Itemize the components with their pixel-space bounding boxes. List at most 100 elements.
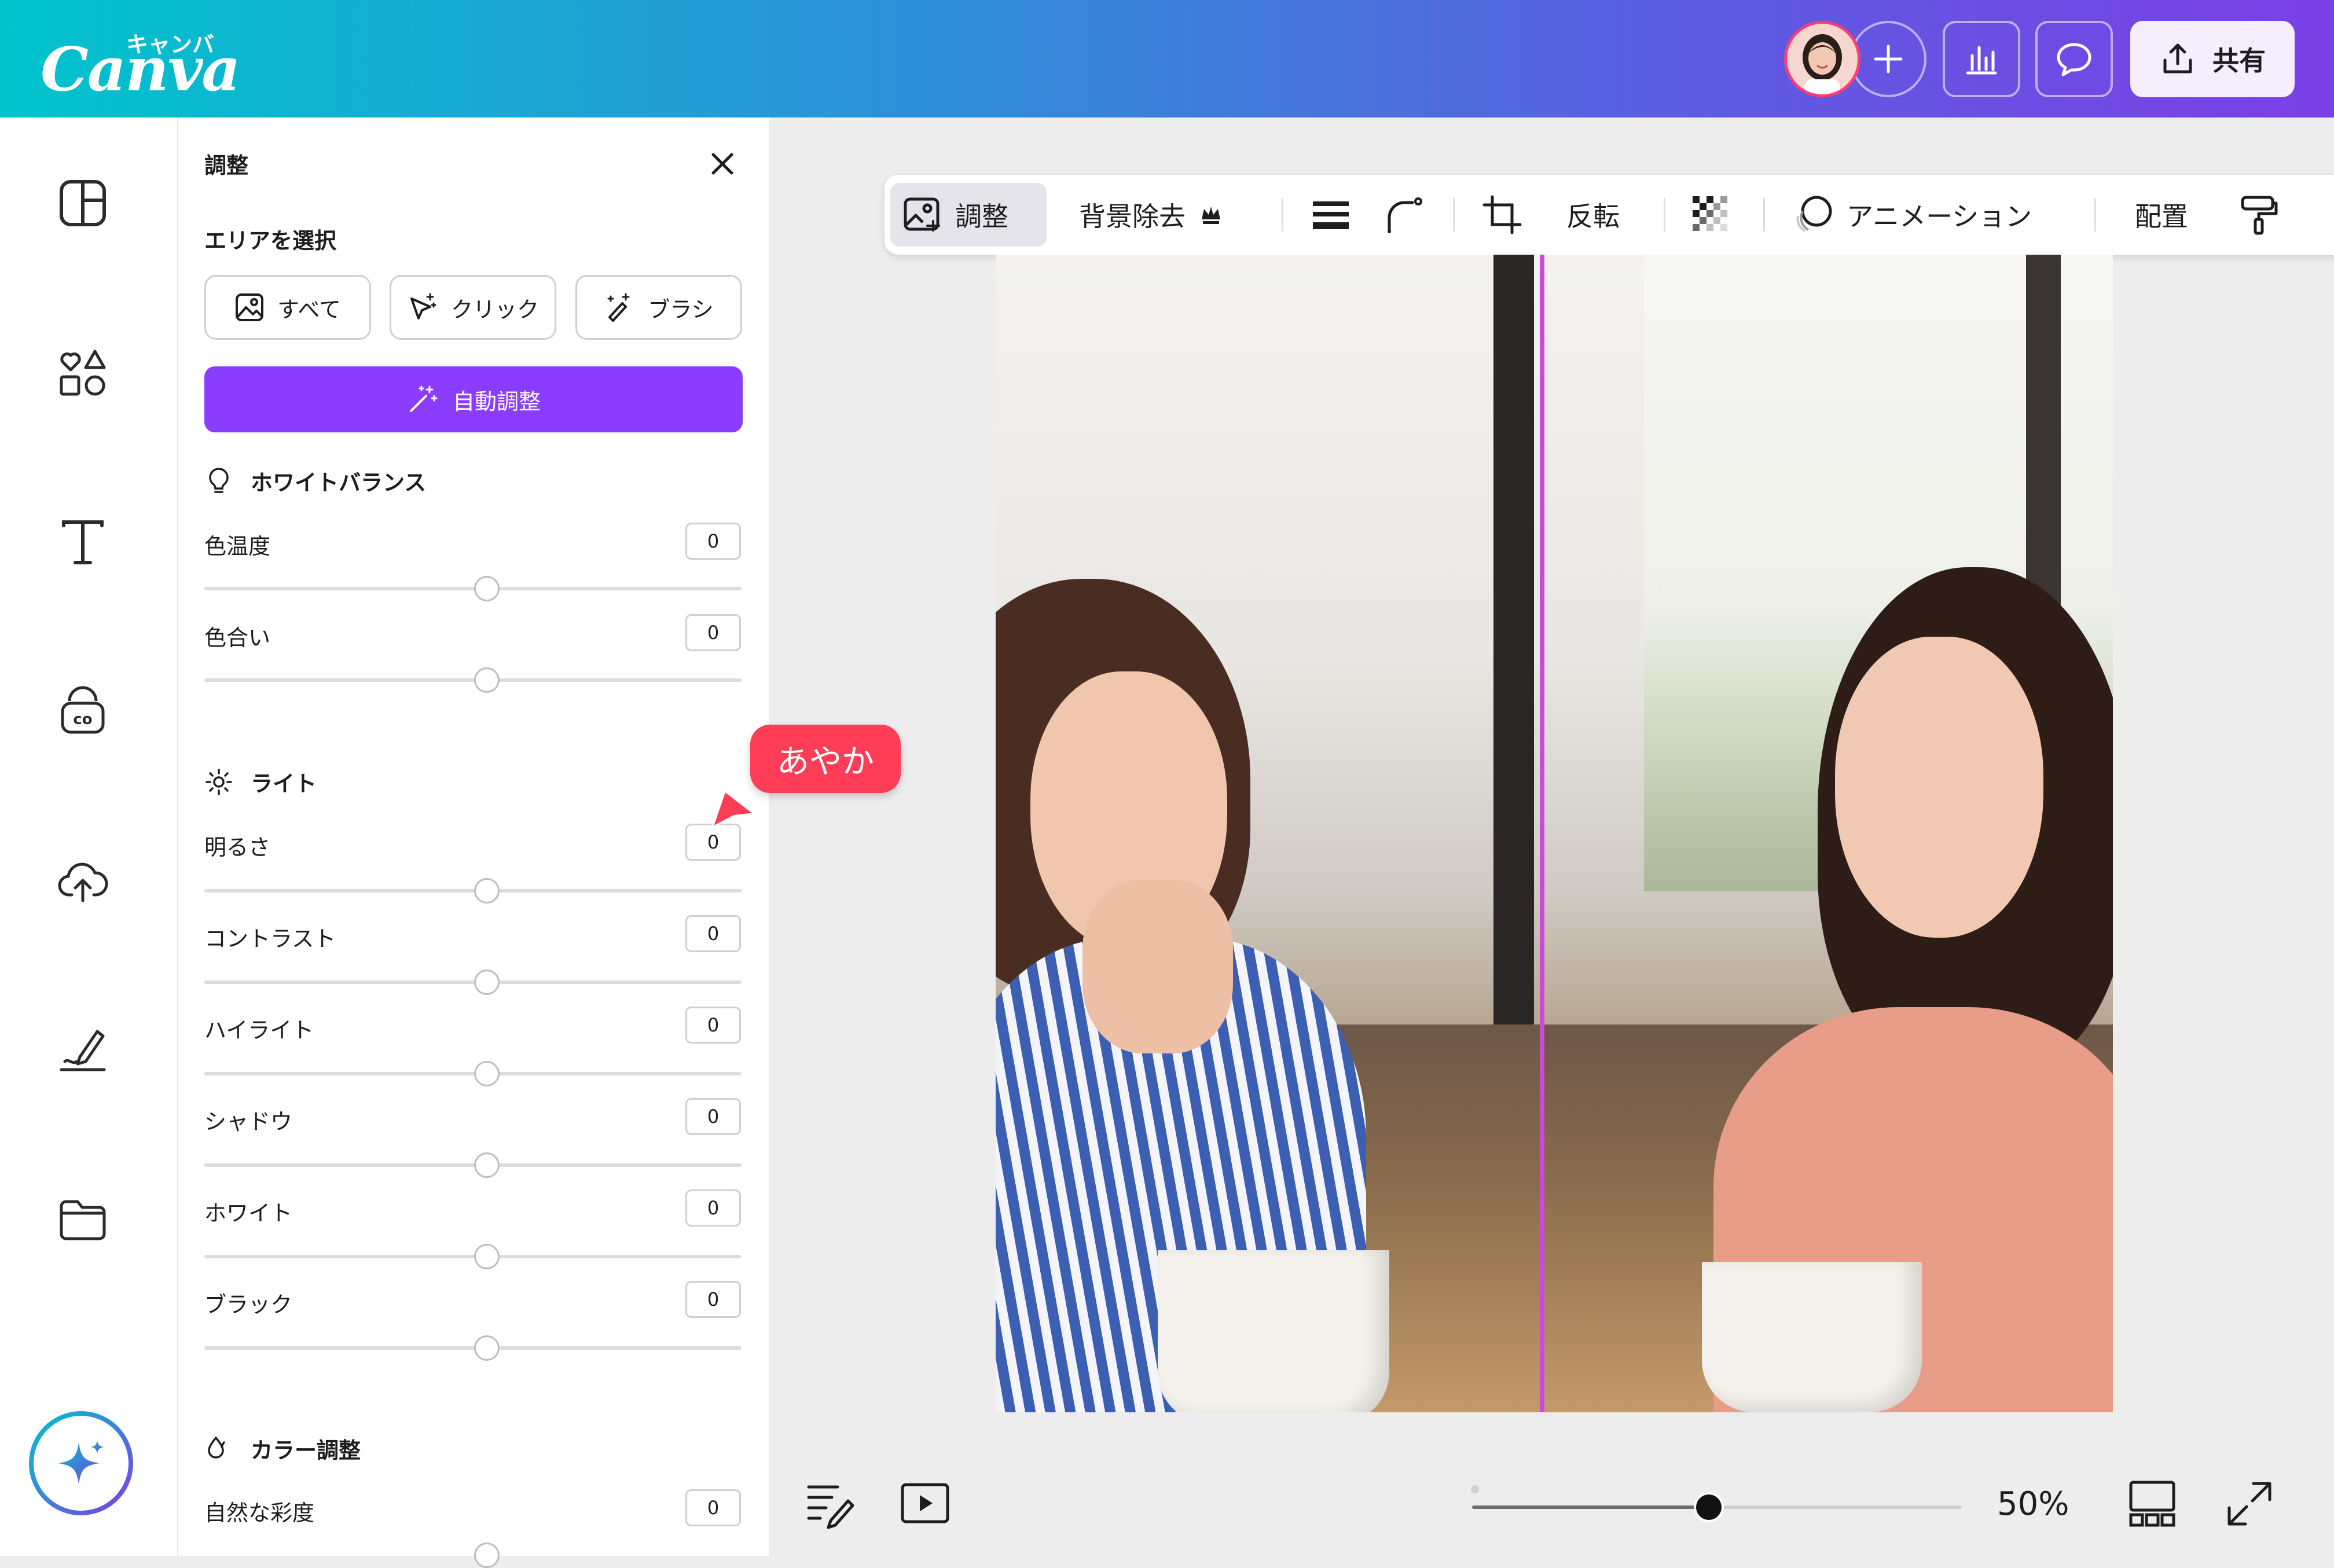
plus-icon [1874,45,1903,74]
adjust-label: 調整 [955,201,1008,232]
zoom-slider-thumb[interactable] [1694,1492,1724,1522]
add-collaborator-button[interactable] [1850,21,1926,97]
share-button[interactable]: 共有 [2130,21,2295,97]
brightness-thumb[interactable] [474,878,500,904]
flip-label: 反転 [1566,201,1620,232]
slider-label: ホワイト [204,1200,293,1226]
white-balance-title: ホワイトバランス [251,470,427,495]
rail-text-button[interactable] [54,513,112,571]
grid-view-button[interactable] [2123,1475,2181,1533]
tint-input[interactable]: 0 [685,614,741,651]
canvas-image[interactable] [996,255,2113,1412]
paint-roller-icon [2241,196,2278,235]
select-brush-button[interactable]: ブラシ [575,275,742,340]
comments-button[interactable] [2035,21,2113,97]
left-rail: co [0,117,178,1556]
select-click-button[interactable]: クリック [390,275,556,340]
select-all-label: すべて [277,296,341,322]
zoom-slider-fill [1472,1505,1708,1509]
whites-track[interactable] [204,1255,742,1258]
corner-radius-button[interactable] [1383,175,1424,255]
rail-brand-button[interactable]: co [54,683,112,741]
notes-button[interactable] [801,1475,859,1533]
close-panel-button[interactable] [705,146,740,181]
color-temperature-thumb[interactable] [474,576,500,601]
contrast-track[interactable] [204,981,742,984]
fullscreen-button[interactable] [2221,1475,2278,1533]
vibrance-thumb[interactable] [474,1543,500,1568]
bar-chart-icon [1966,46,1997,75]
shadows-input[interactable]: 0 [685,1098,741,1135]
tint-thumb[interactable] [474,667,500,693]
vibrance-input[interactable]: 0 [685,1489,741,1526]
slider-label: ハイライト [204,1018,314,1043]
logo-kana: キャンバ [126,32,215,57]
rail-design-button[interactable] [54,174,112,232]
blacks-input[interactable]: 0 [685,1281,741,1318]
shadows-thumb[interactable] [474,1152,500,1178]
canva-logo[interactable]: Canva キャンバ [41,23,241,105]
animation-button[interactable]: アニメーション [1792,175,2032,255]
whites-input[interactable]: 0 [685,1189,741,1227]
magic-cursor-icon [410,293,436,320]
close-icon [711,153,733,175]
slider-label: ブラック [204,1292,293,1317]
highlights-input[interactable]: 0 [685,1007,741,1044]
text-icon [62,520,104,564]
auto-adjust-button[interactable]: 自動調整 [204,366,743,432]
panel-title: 調整 [204,153,249,178]
rail-uploads-button[interactable] [54,851,112,909]
rail-elements-button[interactable] [54,344,112,402]
position-label: 配置 [2135,201,2188,232]
crop-button[interactable] [1482,175,1522,255]
contrast-thumb[interactable] [474,970,500,995]
image-adjust-icon [904,197,940,232]
top-header: Canva キャンバ 共有 [0,0,2334,117]
droplets-icon [208,1435,225,1459]
comment-icon [2057,43,2091,76]
flip-button[interactable]: 反転 [1566,175,1620,255]
svg-text:co: co [73,711,92,728]
whites-thumb[interactable] [474,1244,500,1269]
position-button[interactable]: 配置 [2135,175,2188,255]
grid-view-icon [2129,1481,2175,1527]
image-icon [236,293,264,321]
layout-icon [60,180,106,226]
adjust-panel: 調整 エリアを選択 すべて クリック ブラシ 自動調整 ホワイトバランス 色温度… [178,117,769,1568]
collaborator-tag: あやか [750,725,901,793]
shapes-icon [60,350,106,396]
brightness-track[interactable] [204,889,742,893]
insights-button[interactable] [1943,21,2020,97]
present-button[interactable] [896,1475,954,1533]
rail-projects-button[interactable] [54,1189,112,1247]
bg-remove-label: 背景除去 [1079,201,1186,232]
highlights-track[interactable] [204,1072,742,1075]
magic-button[interactable] [29,1411,133,1515]
rail-draw-button[interactable] [54,1020,112,1078]
draw-icon [60,1030,106,1071]
tint-track[interactable] [204,678,742,682]
crop-icon [1482,195,1522,234]
shadows-track[interactable] [204,1163,742,1167]
line-weight-button[interactable] [1311,175,1351,255]
adjust-button[interactable]: 調整 [902,175,1008,255]
brand-icon: co [61,686,105,734]
select-area-heading: エリアを選択 [204,228,337,254]
color-temperature-input[interactable]: 0 [685,523,741,560]
white-balance-heading: ホワイトバランス [204,465,426,497]
contrast-input[interactable]: 0 [685,915,741,952]
color-temperature-track[interactable] [204,587,742,590]
zoom-level[interactable]: 50% [1997,1485,2069,1523]
copy-style-button[interactable] [2239,175,2280,255]
upload-icon [2163,43,2192,74]
user-avatar[interactable] [1784,21,1860,97]
transparency-button[interactable] [1690,175,1732,255]
bg-remove-button[interactable]: 背景除去 [1079,175,1224,255]
select-all-button[interactable]: すべて [204,275,371,340]
image-toolbar: 調整 背景除去 反転 アニメーション 配置 [885,175,2334,255]
highlights-thumb[interactable] [474,1061,500,1086]
blacks-track[interactable] [204,1346,742,1350]
slider-label: シャドウ [204,1109,293,1134]
blacks-thumb[interactable] [474,1335,500,1361]
sun-icon [205,768,232,795]
